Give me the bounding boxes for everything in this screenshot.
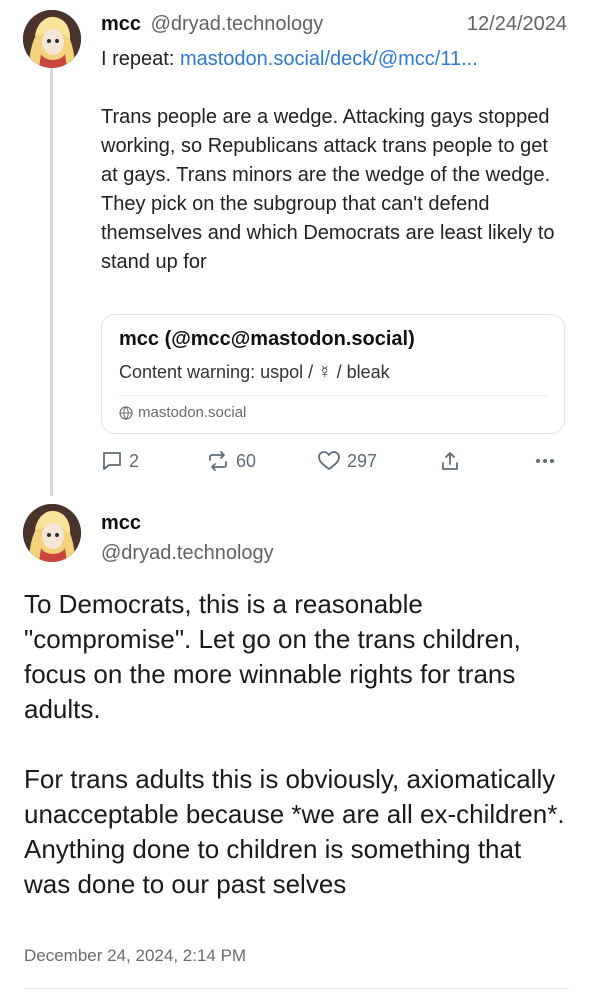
repeat-prefix: I repeat: bbox=[101, 48, 180, 70]
quote-domain-label: mastodon.social bbox=[138, 404, 247, 421]
post-timestamp[interactable]: December 24, 2024, 2:14 PM bbox=[24, 946, 246, 966]
quote-divider bbox=[119, 395, 547, 396]
quoted-post-link[interactable]: mastodon.social/deck/@mcc/11... bbox=[180, 48, 478, 70]
reply-count: 2 bbox=[129, 450, 140, 471]
share-upload-icon bbox=[442, 452, 458, 470]
author-handle[interactable]: @dryad.technology bbox=[101, 538, 274, 568]
heart-icon bbox=[318, 451, 340, 470]
speech-bubble-icon bbox=[103, 452, 121, 470]
globe-icon bbox=[119, 405, 133, 420]
divider bbox=[24, 988, 569, 989]
repeat-line: I repeat: mastodon.social/deck/@mcc/11..… bbox=[101, 45, 561, 74]
avatar[interactable] bbox=[23, 10, 81, 68]
post-body: To Democrats, this is a reasonable "comp… bbox=[24, 587, 569, 902]
author-handle[interactable]: @dryad.technology bbox=[151, 13, 324, 35]
quote-domain: mastodon.social bbox=[119, 404, 246, 421]
post-paragraph: For trans adults this is obviously, axio… bbox=[24, 764, 565, 899]
reply-button[interactable]: 2 bbox=[101, 450, 139, 472]
author-name[interactable]: mcc bbox=[101, 13, 141, 35]
avatar-image bbox=[23, 10, 81, 68]
avatar[interactable] bbox=[23, 504, 81, 562]
post-date[interactable]: 12/24/2024 bbox=[467, 10, 567, 38]
repost-count: 60 bbox=[236, 450, 257, 471]
reply-header: mcc @dryad.technology 12/24/2024 bbox=[101, 10, 567, 38]
reply-text: Trans people are a wedge. Attacking gays… bbox=[101, 106, 555, 273]
more-dots-icon bbox=[536, 459, 554, 463]
like-button[interactable]: 297 bbox=[317, 450, 377, 472]
quote-author: mcc (@mcc@mastodon.social) bbox=[119, 328, 415, 350]
quote-card[interactable]: mcc (@mcc@mastodon.social) Content warni… bbox=[101, 314, 565, 434]
post-paragraph: To Democrats, this is a reasonable "comp… bbox=[24, 589, 521, 724]
content-warning: Content warning: uspol / ☿ / bleak bbox=[119, 362, 390, 382]
repost-button[interactable]: 60 bbox=[206, 450, 256, 472]
post-header: mcc @dryad.technology bbox=[101, 508, 274, 568]
author-name[interactable]: mcc bbox=[101, 508, 274, 538]
avatar-image bbox=[23, 504, 81, 562]
like-count: 297 bbox=[347, 450, 378, 471]
share-button[interactable] bbox=[439, 450, 461, 472]
reply-body: I repeat: mastodon.social/deck/@mcc/11..… bbox=[101, 45, 561, 277]
repost-arrows-icon bbox=[209, 451, 227, 471]
thread-line bbox=[50, 68, 53, 496]
action-bar: 2 60 297 bbox=[101, 450, 565, 480]
more-button[interactable] bbox=[533, 450, 557, 472]
